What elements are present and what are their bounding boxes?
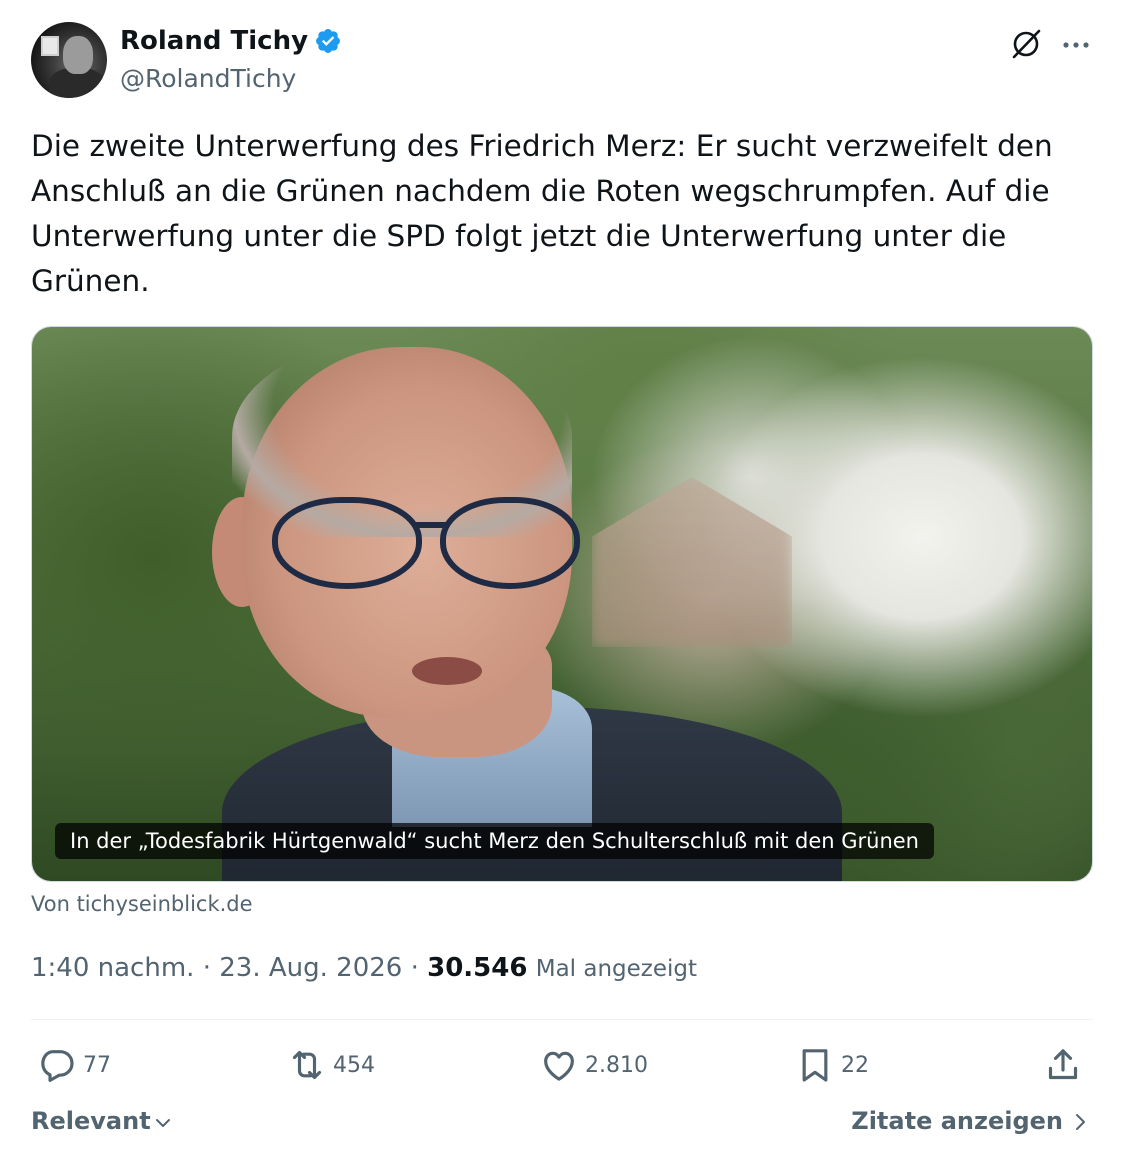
verified-badge-icon[interactable] xyxy=(314,27,342,55)
grok-icon[interactable] xyxy=(1008,26,1044,62)
author-name[interactable]: Roland Tichy xyxy=(120,26,308,56)
view-quotes-label: Zitate anzeigen xyxy=(851,1107,1063,1135)
author-name-row: Roland Tichy xyxy=(120,26,342,56)
action-bar: 77 454 2.810 22 xyxy=(31,1040,1093,1090)
tweet-header: Roland Tichy @RolandTichy xyxy=(31,22,1093,102)
chevron-right-icon xyxy=(1076,1114,1085,1130)
sort-label: Relevant xyxy=(31,1107,151,1135)
card-image-glasses-bridge xyxy=(416,522,446,528)
view-quotes-link[interactable]: Zitate anzeigen xyxy=(851,1107,1089,1135)
view-count: 30.546 xyxy=(427,953,528,983)
like-count: 2.810 xyxy=(585,1052,648,1078)
author-handle[interactable]: @RolandTichy xyxy=(120,64,296,93)
meta-separator: · xyxy=(202,953,211,983)
link-card[interactable]: In der „Todesfabrik Hürtgenwald“ sucht M… xyxy=(31,326,1093,882)
retweet-icon xyxy=(292,1050,322,1080)
chevron-down-icon xyxy=(155,1119,170,1127)
avatar-picture-frame xyxy=(41,36,59,56)
like-icon xyxy=(544,1051,574,1081)
divider xyxy=(31,1019,1093,1020)
card-source[interactable]: Von tichyseinblick.de xyxy=(31,892,253,916)
tweet-time[interactable]: 1:40 nachm. xyxy=(31,953,194,983)
bookmark-count: 22 xyxy=(841,1052,869,1078)
retweet-count: 454 xyxy=(333,1052,375,1078)
reply-button[interactable]: 77 xyxy=(37,1040,111,1090)
tweet-text: Die zweite Unterwerfung des Friedrich Me… xyxy=(31,129,1053,298)
meta-separator: · xyxy=(410,953,419,983)
sort-dropdown[interactable]: Relevant xyxy=(31,1107,173,1135)
share-button[interactable] xyxy=(1043,1040,1089,1090)
tweet-date[interactable]: 23. Aug. 2026 xyxy=(219,953,402,983)
retweet-button[interactable]: 454 xyxy=(287,1040,375,1090)
view-count-label: Mal angezeigt xyxy=(535,956,698,982)
avatar[interactable] xyxy=(31,22,107,98)
avatar-face xyxy=(63,36,93,74)
bookmark-button[interactable]: 22 xyxy=(795,1040,869,1090)
tweet-meta: 1:40 nachm. · 23. Aug. 2026 · 30.546 Mal… xyxy=(31,953,697,983)
bookmark-icon xyxy=(802,1049,828,1082)
card-caption: In der „Todesfabrik Hürtgenwald“ sucht M… xyxy=(55,823,934,859)
like-button[interactable]: 2.810 xyxy=(539,1040,648,1090)
card-image-mouth xyxy=(412,657,482,685)
reply-icon xyxy=(41,1050,74,1082)
card-image-glasses-left xyxy=(272,497,422,589)
more-icon[interactable] xyxy=(1059,28,1093,58)
card-image-glasses-right xyxy=(440,497,580,589)
reply-count: 77 xyxy=(83,1052,111,1078)
share-icon xyxy=(1048,1049,1078,1080)
